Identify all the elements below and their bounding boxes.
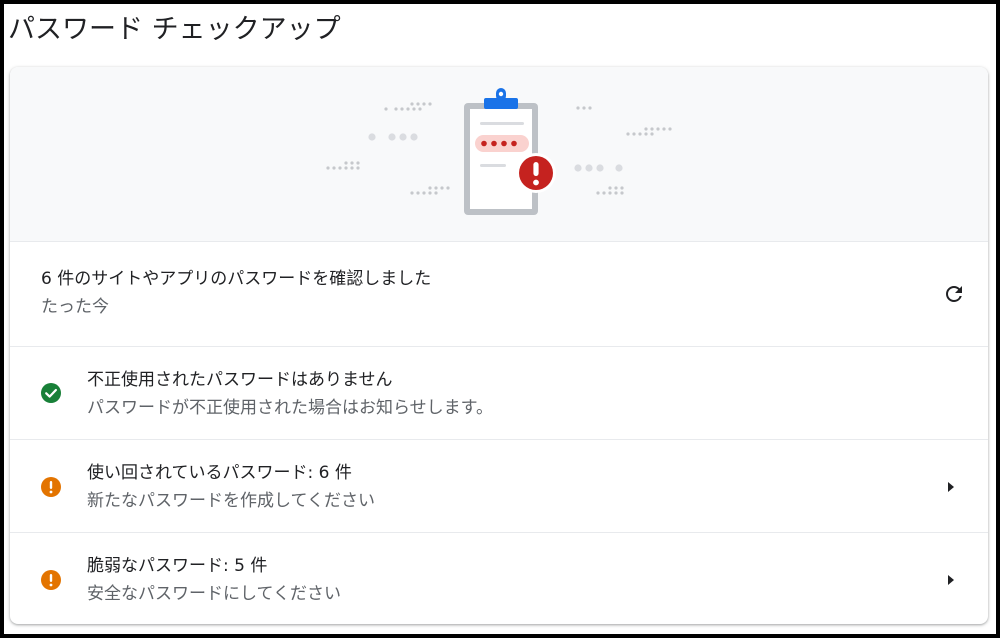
app-window: パスワード チェックアップ 6 件のサイトやアプリのパスワードを確認しました た… <box>4 4 996 634</box>
page-title: パスワード チェックアップ <box>8 14 341 45</box>
warning-circle-icon <box>41 570 61 590</box>
item-subtitle: 新たなパスワードを作成してください <box>87 491 375 511</box>
compromised-passwords-row: 不正使用されたパスワードはありません パスワードが不正使用された場合はお知らせし… <box>10 347 988 440</box>
alert-badge-icon <box>516 153 556 193</box>
chevron-right-icon <box>948 575 954 585</box>
weak-passwords-row[interactable]: 脆弱なパスワード: 5 件 安全なパスワードにしてください <box>10 533 988 624</box>
check-circle-icon <box>41 383 61 403</box>
clipboard-alert-illustration <box>326 88 672 215</box>
checked-summary-text: 6 件のサイトやアプリのパスワードを確認しました <box>41 269 432 289</box>
item-subtitle: 安全なパスワードにしてください <box>87 584 341 604</box>
illustration-banner <box>10 67 988 242</box>
warning-circle-icon <box>41 477 61 497</box>
open-weak-button[interactable] <box>938 567 964 593</box>
item-title: 不正使用されたパスワードはありません <box>87 370 393 390</box>
reused-passwords-row[interactable]: 使い回されているパスワード: 6 件 新たなパスワードを作成してください <box>10 440 988 533</box>
chevron-right-icon <box>948 482 954 492</box>
last-checked-time: たった今 <box>41 297 109 317</box>
checkup-card: 6 件のサイトやアプリのパスワードを確認しました たった今 不正使用されたパスワ… <box>10 67 988 624</box>
item-subtitle: パスワードが不正使用された場合はお知らせします。 <box>87 398 493 418</box>
clipboard-icon <box>464 88 538 215</box>
summary-row: 6 件のサイトやアプリのパスワードを確認しました たった今 <box>10 242 988 347</box>
open-reused-button[interactable] <box>938 474 964 500</box>
refresh-icon <box>946 286 962 302</box>
item-title: 使い回されているパスワード: 6 件 <box>87 463 352 483</box>
item-title: 脆弱なパスワード: 5 件 <box>87 556 268 576</box>
refresh-button[interactable] <box>941 281 967 307</box>
